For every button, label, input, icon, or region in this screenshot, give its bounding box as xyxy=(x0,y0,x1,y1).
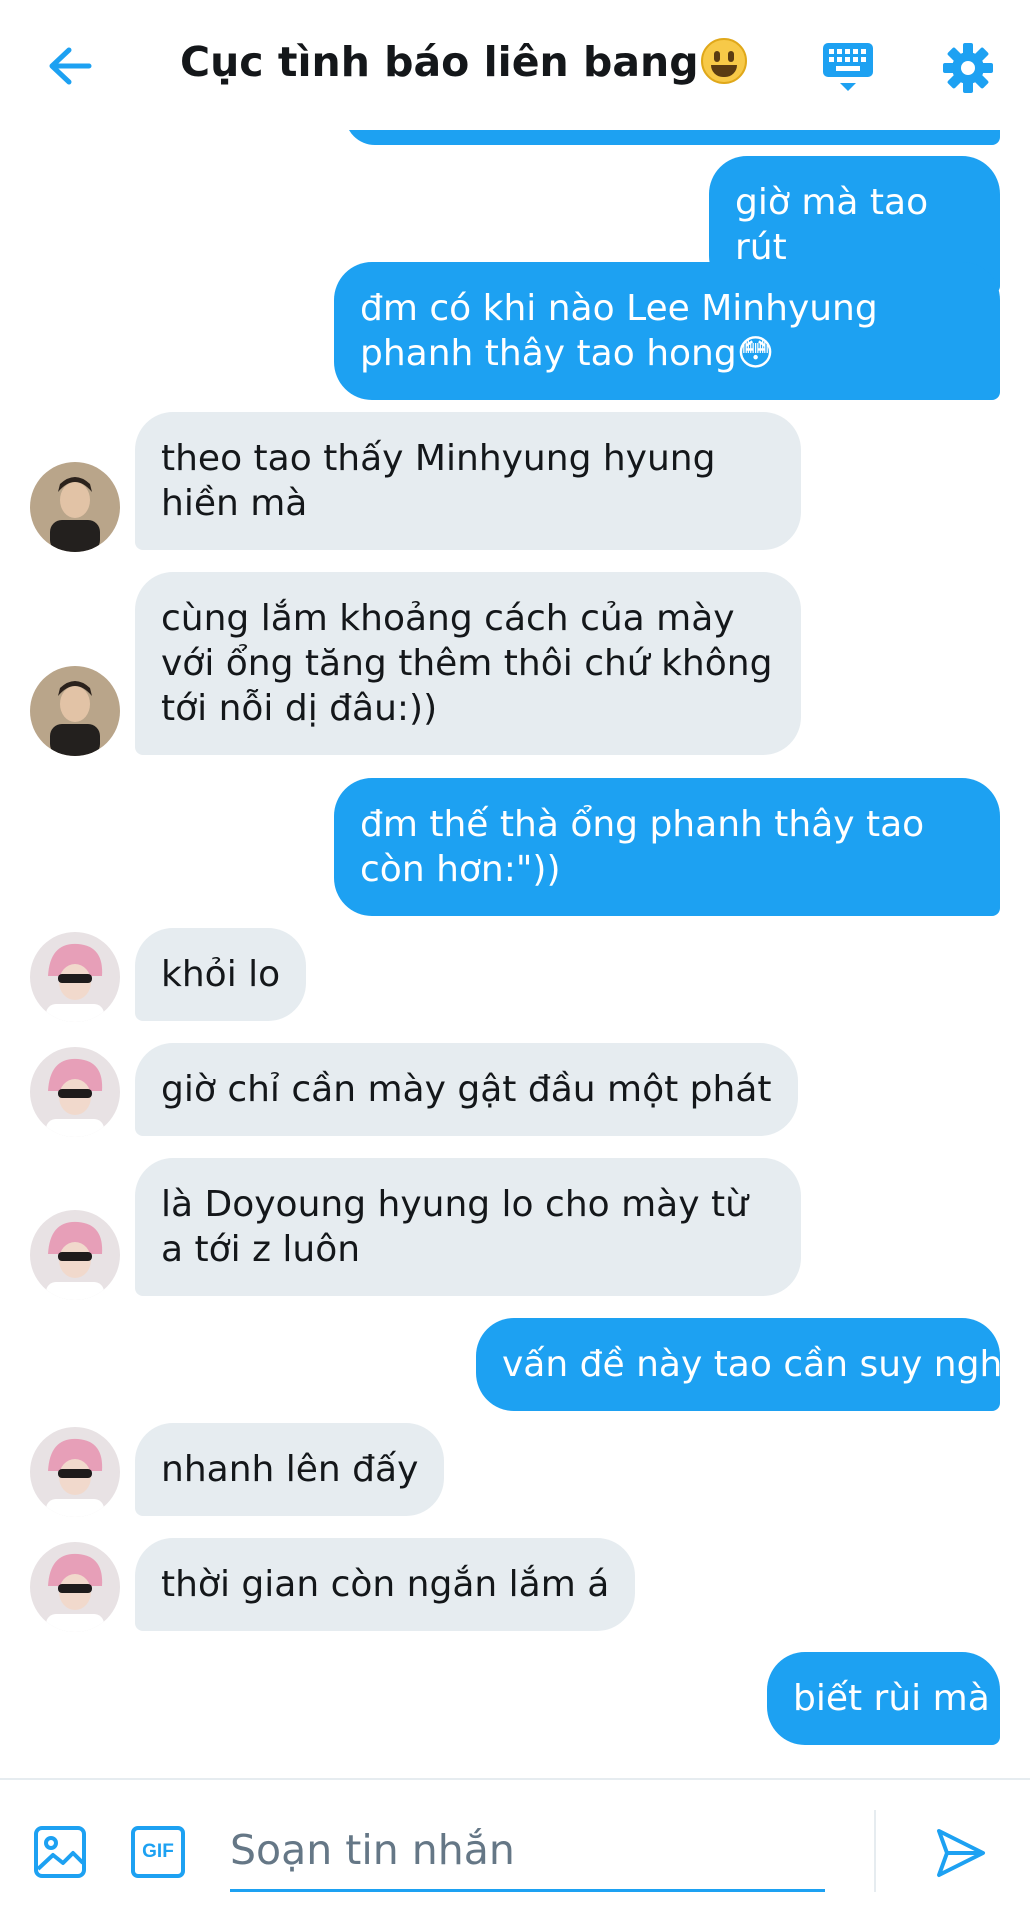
message-bubble[interactable]: thời gian còn ngắn lắm á xyxy=(135,1538,636,1631)
message-outgoing: đm thế thà ổng phanh thây tao còn hơn:")… xyxy=(334,778,1000,916)
message-outgoing: vấn đề này tao cần suy nghĩ xyxy=(476,1318,1012,1411)
message-bubble[interactable]: cùng lắm khoảng cách của mày với ổng tăn… xyxy=(135,572,801,755)
message-bubble[interactable]: theo tao thấy Minhyung hyung hiền mà xyxy=(135,412,801,550)
conversation-title: Cục tình báo liên bang xyxy=(180,38,747,86)
keyboard-icon xyxy=(823,43,873,91)
conversation-header: Cục tình báo liên bang xyxy=(0,0,1030,130)
add-image-button[interactable] xyxy=(30,1822,90,1882)
message-bubble[interactable]: đm có khi nào Lee Minhyung phanh thây ta… xyxy=(334,262,1000,400)
message-bubble[interactable]: biết rùi mà xyxy=(767,1652,1000,1745)
settings-button[interactable] xyxy=(938,38,998,98)
message-bubble[interactable]: đm thế thà ổng phanh thây tao còn hơn:")… xyxy=(334,778,1000,916)
message-bubble[interactable]: vấn đề này tao cần suy nghĩ xyxy=(476,1318,1012,1411)
add-gif-button[interactable]: GIF xyxy=(128,1822,188,1882)
avatar[interactable] xyxy=(30,1047,120,1137)
message-list[interactable]: giờ mà tao rút đm có khi nào Lee Minhyun… xyxy=(0,130,1030,1775)
conversation-title-text: Cục tình báo liên bang xyxy=(180,38,699,86)
message-input[interactable] xyxy=(230,1810,825,1892)
message-bubble[interactable]: là Doyoung hyung lo cho mày từ a tới z l… xyxy=(135,1158,801,1296)
smiley-emoji xyxy=(700,38,747,84)
gif-label: GIF xyxy=(142,1841,174,1862)
message-bubble[interactable]: nhanh lên đấy xyxy=(135,1423,445,1516)
message-composer: GIF xyxy=(0,1778,1030,1922)
message-bubble[interactable]: khỏi lo xyxy=(135,928,307,1021)
message-outgoing: biết rùi mà xyxy=(767,1652,1000,1745)
back-button[interactable] xyxy=(40,38,100,94)
image-icon xyxy=(34,1826,86,1878)
composer-divider xyxy=(874,1810,876,1892)
message-outgoing: đm có khi nào Lee Minhyung phanh thây ta… xyxy=(334,262,1000,400)
avatar[interactable] xyxy=(30,932,120,1022)
gear-icon xyxy=(943,43,993,93)
avatar[interactable] xyxy=(30,1542,120,1632)
avatar[interactable] xyxy=(30,666,120,756)
arrow-left-icon xyxy=(49,47,92,85)
send-button[interactable] xyxy=(928,1820,994,1886)
message-bubble[interactable]: giờ chỉ cần mày gật đầu một phát xyxy=(135,1043,798,1136)
send-icon xyxy=(937,1829,985,1877)
keyboard-button[interactable] xyxy=(818,38,878,98)
previous-message-bubble xyxy=(345,130,1000,145)
avatar[interactable] xyxy=(30,1210,120,1300)
avatar[interactable] xyxy=(30,1427,120,1517)
avatar[interactable] xyxy=(30,462,120,552)
